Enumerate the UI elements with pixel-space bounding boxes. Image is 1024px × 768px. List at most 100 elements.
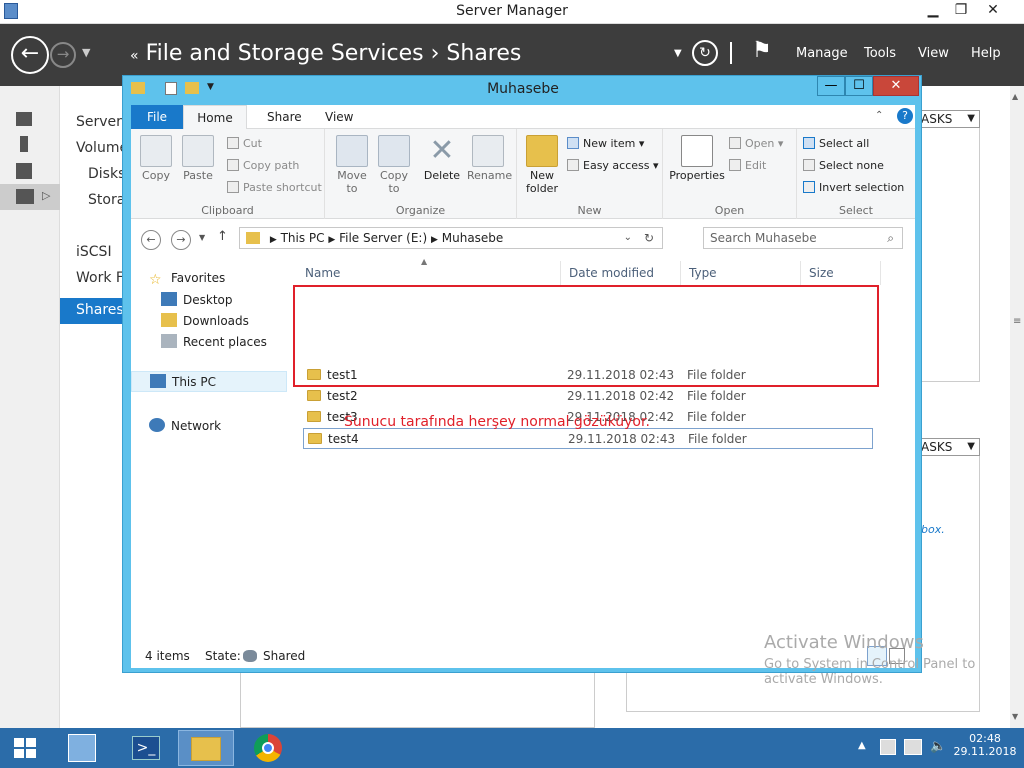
open-button[interactable]: Open ▾ (729, 137, 783, 150)
breadcrumb-root[interactable]: File and Storage Services (146, 41, 424, 66)
scrollbar[interactable]: ▲ ≡ ▼ (1010, 86, 1024, 728)
table-row[interactable]: test2 29.11.2018 02:42 File folder (303, 386, 873, 407)
panel-link[interactable]: box. (921, 523, 945, 536)
breadcrumb-leaf: Shares (446, 41, 522, 66)
flag-icon[interactable]: ⚑ (752, 38, 772, 63)
nav-shares[interactable]: Shares (60, 298, 124, 324)
minimize-ribbon-icon[interactable]: ⌃ (875, 110, 883, 121)
start-button[interactable] (0, 730, 50, 766)
watermark-line2: Go to System in Control Panel to (764, 657, 976, 672)
delete-button[interactable]: ✕ Delete (421, 135, 463, 183)
tab-view[interactable]: View (315, 105, 363, 129)
copy-to-button[interactable]: Copy to (373, 135, 415, 195)
menu-manage[interactable]: Manage (796, 46, 848, 61)
easy-access-button[interactable]: Easy access ▾ (567, 159, 659, 172)
column-type[interactable]: Type (681, 261, 801, 285)
paste-button[interactable]: Paste (177, 135, 219, 182)
explorer-taskbar-button[interactable] (178, 730, 234, 766)
back-button[interactable]: ← (141, 230, 161, 250)
move-to-button[interactable]: Move to (331, 135, 373, 195)
select-none-button[interactable]: Select none (803, 159, 884, 172)
invert-selection-icon (803, 181, 815, 193)
easy-access-label: Easy access (583, 159, 650, 172)
paste-shortcut-button[interactable]: Paste shortcut (227, 181, 322, 194)
up-arrow-icon[interactable]: ↑ (217, 229, 228, 244)
tree-network[interactable]: Network (149, 418, 221, 433)
menu-tools[interactable]: Tools (864, 46, 896, 61)
search-input[interactable]: Search Muhasebe ⌕ (703, 227, 903, 249)
rename-button[interactable]: Rename (467, 135, 512, 182)
address-drive[interactable]: File Server (E:) (339, 231, 427, 245)
column-name[interactable]: Name (297, 261, 561, 285)
server-manager-titlebar: Server Manager ▁ ❐ ✕ (0, 0, 1024, 24)
file-date: 29.11.2018 02:43 (568, 432, 676, 446)
refresh-icon[interactable]: ↻ (644, 228, 654, 248)
select-all-button[interactable]: Select all (803, 137, 869, 150)
properties-button[interactable]: Properties (669, 135, 725, 182)
tree-desktop[interactable]: Desktop (161, 292, 233, 307)
tree-this-pc[interactable]: This PC (131, 371, 287, 392)
explorer-title: Muhasebe (487, 81, 559, 97)
maximize-button[interactable]: ☐ (845, 76, 873, 96)
action-center-icon[interactable] (880, 739, 896, 755)
address-this-pc[interactable]: This PC (281, 231, 325, 245)
tasks-dropdown[interactable]: ASKS ▼ (918, 438, 980, 456)
help-icon[interactable]: ? (897, 108, 913, 124)
local-server-icon[interactable] (20, 136, 28, 152)
edit-button[interactable]: Edit (729, 159, 766, 172)
column-date-modified[interactable]: Date modified (561, 261, 681, 285)
table-row[interactable]: test4 29.11.2018 02:43 File folder (303, 428, 873, 449)
refresh-icon[interactable]: ↻ (692, 40, 718, 66)
back-button[interactable]: ← (11, 36, 49, 74)
copy-button[interactable]: Copy (135, 135, 177, 182)
speaker-muted-icon[interactable]: 🔈 (930, 739, 946, 755)
dropdown-icon[interactable]: ▼ (674, 48, 682, 59)
copy-path-button[interactable]: Copy path (227, 159, 299, 172)
search-icon[interactable]: ⌕ (887, 228, 894, 248)
minimize-button[interactable]: — (817, 76, 845, 96)
chevron-down-icon[interactable]: ⌄ (624, 228, 632, 248)
tab-share[interactable]: Share (257, 105, 312, 129)
new-item-button[interactable]: New item ▾ (567, 137, 644, 150)
menu-help[interactable]: Help (971, 46, 1001, 61)
tree-favorites[interactable]: ☆ Favorites (149, 271, 225, 288)
star-icon: ☆ (149, 272, 162, 288)
menu-view[interactable]: View (918, 46, 949, 61)
new-folder-label: New folder (526, 169, 558, 195)
tree-recent[interactable]: Recent places (161, 334, 267, 349)
history-dropdown-icon[interactable]: ▼ (82, 46, 90, 59)
powershell-taskbar-button[interactable]: >_ (118, 730, 174, 766)
forward-button[interactable]: → (171, 230, 191, 250)
network-status-icon[interactable] (904, 739, 922, 755)
minimize-button[interactable]: ▁ (918, 0, 948, 20)
address-folder[interactable]: Muhasebe (442, 231, 504, 245)
scroll-down-icon[interactable]: ▼ (1012, 712, 1018, 721)
recent-locations-icon[interactable]: ▼ (199, 233, 205, 242)
forward-button[interactable]: → (50, 42, 76, 68)
tree-downloads[interactable]: Downloads (161, 313, 249, 328)
nav-iscsi[interactable]: iSCSI (76, 244, 112, 260)
nav-volumes[interactable]: Volume (76, 140, 128, 156)
tab-home[interactable]: Home (183, 105, 247, 130)
show-hidden-icons[interactable]: ▲ (858, 740, 866, 751)
scroll-thumb[interactable]: ≡ (1013, 316, 1021, 327)
select-all-label: Select all (819, 137, 870, 150)
copy-path-label: Copy path (243, 159, 300, 172)
file-storage-nav[interactable]: ▷ (0, 184, 60, 210)
server-manager-taskbar-button[interactable] (54, 730, 110, 766)
nav-disks[interactable]: Disks (88, 166, 125, 182)
invert-selection-button[interactable]: Invert selection (803, 181, 904, 194)
scroll-up-icon[interactable]: ▲ (1012, 92, 1018, 101)
tasks-dropdown[interactable]: ASKS ▼ (918, 110, 980, 128)
tab-file[interactable]: File (131, 105, 183, 129)
close-button[interactable]: ✕ (873, 76, 919, 96)
address-bar[interactable]: ▶ This PC ▶ File Server (E:) ▶ Muhasebe … (239, 227, 663, 249)
close-button[interactable]: ✕ (968, 0, 1018, 20)
clock[interactable]: 02:48 29.11.2018 (952, 732, 1018, 758)
new-folder-button[interactable]: New folder (521, 135, 563, 195)
dashboard-icon[interactable] (16, 112, 32, 126)
chrome-taskbar-button[interactable] (240, 730, 296, 766)
all-servers-icon[interactable] (16, 163, 32, 179)
cut-button[interactable]: Cut (227, 137, 262, 150)
column-size[interactable]: Size (801, 261, 881, 285)
